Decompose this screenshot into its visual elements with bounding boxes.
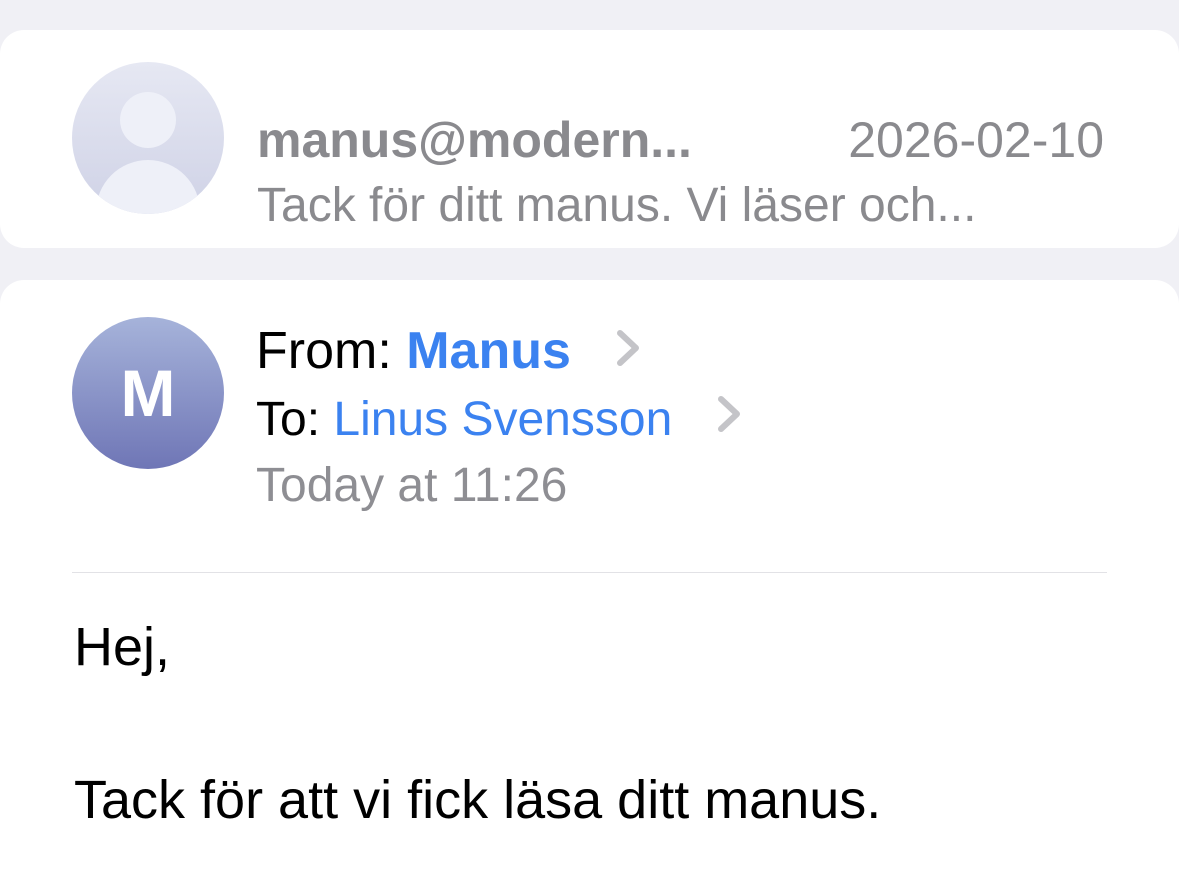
sender-avatar[interactable]: M [72,317,224,469]
placeholder-avatar-icon [72,62,224,214]
to-label: To: [256,393,321,446]
previous-message-card[interactable]: manus@modern... 2026-02-10 Tack för ditt… [0,30,1179,248]
header-divider [72,572,1107,573]
chevron-right-icon[interactable] [615,321,641,381]
from-row: From: Manus [256,321,641,381]
previous-snippet: Tack för ditt manus. Vi läser och... [257,179,977,232]
chevron-right-icon[interactable] [716,389,742,449]
message-card: M From: Manus To: Linus Svensson Today a… [0,280,1179,880]
from-name-link[interactable]: Manus [406,322,571,380]
to-row: To: Linus Svensson [256,390,742,450]
from-label: From: [256,322,392,380]
to-name-link[interactable]: Linus Svensson [333,393,672,446]
previous-date: 2026-02-10 [848,112,1104,168]
previous-sender: manus@modern... [257,112,692,168]
body-line: Tack för att vi fick läsa ditt manus. [74,770,882,830]
message-time: Today at 11:26 [256,459,568,512]
body-greeting: Hej, [74,617,171,677]
